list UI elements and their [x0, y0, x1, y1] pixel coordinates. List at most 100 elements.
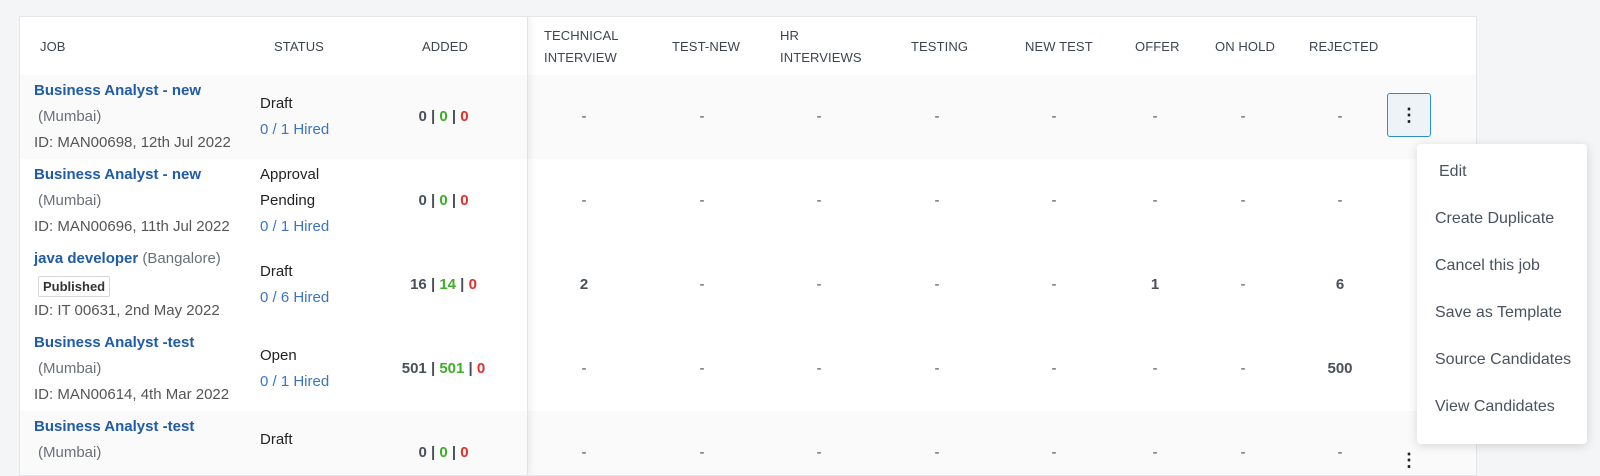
added-total[interactable]: 0	[418, 444, 426, 461]
stage-technical-interview[interactable]: -	[554, 188, 614, 214]
table-row: Business Analyst - new (Mumbai) ID: MAN0…	[20, 75, 1476, 160]
menu-item-save-as-template[interactable]: Save as Template	[1435, 301, 1562, 325]
table-row: Business Analyst - new (Mumbai) ID: MAN0…	[20, 159, 1476, 244]
stage-on-hold[interactable]: -	[1213, 104, 1273, 130]
col-header-new-test[interactable]: New Test	[1025, 36, 1093, 58]
row-actions-menu: Edit Create Duplicate Cancel this job Sa…	[1417, 144, 1587, 444]
job-title-link[interactable]: Business Analyst - new	[34, 162, 201, 188]
job-status: Draft	[260, 263, 293, 280]
job-title-link[interactable]: Business Analyst -test	[34, 330, 194, 356]
job-status: Approval	[260, 166, 320, 183]
menu-item-source-candidates[interactable]: Source Candidates	[1435, 348, 1571, 372]
job-id: ID: MAN00614, 4th Mar 2022	[34, 386, 230, 403]
stage-technical-interview[interactable]: -	[554, 104, 614, 130]
added-screened[interactable]: 0	[439, 108, 447, 125]
stage-new-test[interactable]: -	[1024, 272, 1084, 298]
col-header-status[interactable]: Status	[274, 36, 324, 58]
stage-testing[interactable]: -	[907, 272, 967, 298]
col-header-job[interactable]: Job	[40, 36, 66, 58]
more-vertical-icon: ⋮	[1400, 449, 1418, 470]
stage-test-new[interactable]: -	[672, 104, 732, 130]
added-screened[interactable]: 501	[439, 360, 464, 377]
menu-item-edit[interactable]: Edit	[1439, 160, 1467, 184]
stage-hr-interviews[interactable]: -	[789, 188, 849, 214]
col-header-on-hold[interactable]: On Hold	[1215, 36, 1275, 58]
stage-rejected[interactable]: 500	[1310, 356, 1370, 382]
job-title-text[interactable]: java developer	[34, 250, 138, 267]
added-rejected[interactable]: 0	[460, 192, 468, 209]
added-total[interactable]: 16	[410, 276, 427, 293]
job-location: (Mumbai)	[38, 444, 102, 461]
col-header-testing[interactable]: Testing	[911, 36, 968, 58]
table-row: Business Analyst -test (Mumbai) Draft 0 …	[20, 411, 1476, 475]
stage-rejected[interactable]: -	[1310, 440, 1370, 466]
menu-item-cancel-job[interactable]: Cancel this job	[1435, 254, 1540, 278]
stage-technical-interview[interactable]: -	[554, 356, 614, 382]
stage-testing[interactable]: -	[907, 188, 967, 214]
col-header-rejected[interactable]: Rejected	[1309, 36, 1378, 58]
stage-new-test[interactable]: -	[1024, 440, 1084, 466]
stage-offer[interactable]: -	[1125, 188, 1185, 214]
stage-testing[interactable]: -	[907, 104, 967, 130]
col-header-hr-interviews[interactable]: HR Interviews	[780, 25, 862, 69]
stage-hr-interviews[interactable]: -	[789, 440, 849, 466]
added-counts: 501 | 501 | 0	[401, 360, 486, 377]
added-total[interactable]: 0	[418, 192, 426, 209]
stage-technical-interview[interactable]: 2	[554, 272, 614, 298]
stage-on-hold[interactable]: -	[1213, 188, 1273, 214]
job-location: (Mumbai)	[38, 360, 102, 377]
stage-offer[interactable]: -	[1125, 440, 1185, 466]
menu-item-view-candidates[interactable]: View Candidates	[1435, 395, 1555, 419]
hired-count-link[interactable]: 0 / 1 Hired	[260, 214, 329, 240]
col-header-offer[interactable]: Offer	[1135, 36, 1180, 58]
stage-hr-interviews[interactable]: -	[789, 104, 849, 130]
stage-hr-interviews[interactable]: -	[789, 272, 849, 298]
col-header-test-new[interactable]: Test-new	[672, 36, 740, 58]
stage-on-hold[interactable]: -	[1213, 440, 1273, 466]
stage-test-new[interactable]: -	[672, 272, 732, 298]
job-id: ID: IT 00631, 2nd May 2022	[34, 302, 220, 319]
stage-rejected[interactable]: 6	[1310, 272, 1370, 298]
stage-new-test[interactable]: -	[1024, 356, 1084, 382]
stage-new-test[interactable]: -	[1024, 104, 1084, 130]
stage-offer[interactable]: -	[1125, 104, 1185, 130]
stage-new-test[interactable]: -	[1024, 188, 1084, 214]
added-screened[interactable]: 0	[439, 192, 447, 209]
stage-offer[interactable]: -	[1125, 356, 1185, 382]
stage-hr-interviews[interactable]: -	[789, 356, 849, 382]
table-header: Job Status Added Technical Interview Tes…	[20, 17, 1476, 76]
hired-count-link[interactable]: 0 / 1 Hired	[260, 369, 329, 395]
added-rejected[interactable]: 0	[477, 360, 485, 377]
job-title-link[interactable]: Business Analyst - new	[34, 78, 201, 104]
col-header-technical-interview[interactable]: Technical Interview	[544, 25, 624, 69]
hired-count-link[interactable]: 0 / 1 Hired	[260, 117, 329, 143]
added-counts: 16 | 14 | 0	[410, 276, 477, 293]
stage-technical-interview[interactable]: -	[554, 440, 614, 466]
added-screened[interactable]: 14	[439, 276, 456, 293]
added-rejected[interactable]: 0	[460, 108, 468, 125]
job-status: Draft	[260, 95, 293, 112]
stage-test-new[interactable]: -	[672, 440, 732, 466]
col-header-added[interactable]: Added	[422, 36, 468, 58]
stage-on-hold[interactable]: -	[1213, 272, 1273, 298]
row-actions-button[interactable]: ⋮	[1387, 440, 1431, 475]
stage-test-new[interactable]: -	[672, 188, 732, 214]
stage-testing[interactable]: -	[907, 356, 967, 382]
stage-offer[interactable]: 1	[1125, 272, 1185, 298]
row-actions-button[interactable]: ⋮	[1387, 93, 1431, 137]
added-total[interactable]: 0	[418, 108, 426, 125]
added-rejected[interactable]: 0	[460, 444, 468, 461]
added-total[interactable]: 501	[402, 360, 427, 377]
added-rejected[interactable]: 0	[469, 276, 477, 293]
job-title-link[interactable]: Business Analyst -test	[34, 414, 194, 440]
hired-count-link[interactable]: 0 / 6 Hired	[260, 285, 329, 311]
stage-testing[interactable]: -	[907, 440, 967, 466]
stage-rejected[interactable]: -	[1310, 188, 1370, 214]
job-location: (Mumbai)	[38, 192, 102, 209]
stage-on-hold[interactable]: -	[1213, 356, 1273, 382]
stage-rejected[interactable]: -	[1310, 104, 1370, 130]
added-screened[interactable]: 0	[439, 444, 447, 461]
job-id: ID: MAN00696, 11th Jul 2022	[34, 218, 230, 235]
menu-item-create-duplicate[interactable]: Create Duplicate	[1435, 207, 1554, 231]
stage-test-new[interactable]: -	[672, 356, 732, 382]
